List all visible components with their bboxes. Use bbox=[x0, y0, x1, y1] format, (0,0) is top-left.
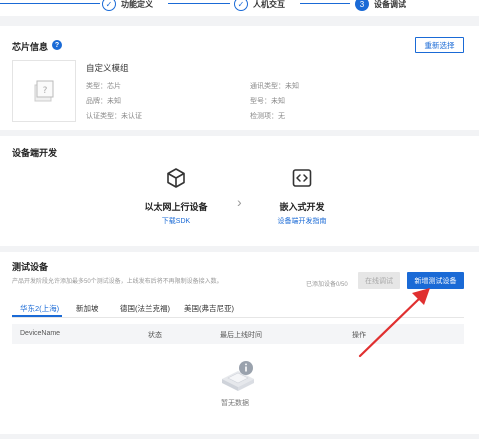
embedded-chip-icon bbox=[292, 169, 312, 187]
reselect-button[interactable]: 重新选择 bbox=[415, 37, 464, 53]
step-progress: ✓ 功能定义 ✓ 人机交互 3 设备调试 bbox=[0, 0, 479, 16]
online-debug-button[interactable]: 在线调试 bbox=[358, 272, 400, 289]
module-name: 自定义模组 bbox=[86, 63, 129, 73]
field-label: 品牌 bbox=[86, 98, 100, 105]
download-sdk-link[interactable]: 下载SDK bbox=[140, 216, 212, 226]
add-test-device-button[interactable]: 新增测试设备 bbox=[407, 272, 464, 289]
step-label: 设备调试 bbox=[374, 0, 406, 9]
empty-data-icon bbox=[222, 361, 254, 391]
active-tab-indicator bbox=[12, 315, 62, 317]
step-connector bbox=[0, 3, 100, 4]
step-connector bbox=[300, 3, 350, 4]
field-value: 未知 bbox=[107, 98, 121, 105]
chip-field-comm-type: 通讯类型：未知 bbox=[250, 83, 299, 90]
chip-image: ? bbox=[12, 60, 76, 122]
chip-field-brand: 品牌：未知 bbox=[86, 98, 121, 105]
chevron-right-icon: › bbox=[237, 194, 242, 210]
column-header-status: 状态 bbox=[148, 332, 162, 339]
tab-region-virginia[interactable]: 美国(弗吉尼亚) bbox=[184, 303, 234, 314]
step-connector bbox=[168, 3, 230, 4]
ethernet-device-option[interactable]: 以太网上行设备 下载SDK bbox=[140, 167, 212, 226]
embedded-dev-option[interactable]: 嵌入式开发 设备端开发指南 bbox=[268, 167, 336, 226]
step-function-definition[interactable]: ✓ 功能定义 bbox=[102, 0, 153, 13]
ethernet-device-title: 以太网上行设备 bbox=[144, 202, 208, 212]
chip-field-checks: 检测项：无 bbox=[250, 113, 285, 120]
chip-placeholder-icon: ? bbox=[34, 80, 54, 102]
chip-field-cert: 认证类型：未认证 bbox=[86, 113, 142, 120]
field-label: 通讯类型 bbox=[250, 83, 278, 90]
test-devices-title: 测试设备 bbox=[12, 262, 49, 272]
cube-icon bbox=[167, 168, 185, 188]
field-label: 型号 bbox=[250, 98, 264, 105]
chip-info-title: 芯片信息 bbox=[12, 42, 49, 52]
check-icon: ✓ bbox=[102, 0, 116, 11]
step-number-badge: 3 bbox=[355, 0, 369, 11]
step-label: 人机交互 bbox=[253, 0, 285, 9]
field-label: 检测项 bbox=[250, 113, 271, 120]
help-icon[interactable]: ? bbox=[52, 40, 62, 50]
embedded-dev-title: 嵌入式开发 bbox=[279, 202, 325, 212]
tab-region-frankfurt[interactable]: 德国(法兰克福) bbox=[120, 303, 170, 314]
column-header-devicename: DeviceName bbox=[20, 330, 61, 337]
field-value: 未知 bbox=[285, 83, 299, 90]
step-label: 功能定义 bbox=[121, 0, 153, 9]
field-value: 芯片 bbox=[107, 83, 121, 90]
field-value: 未知 bbox=[271, 98, 285, 105]
step-device-debug[interactable]: 3 设备调试 bbox=[355, 0, 406, 13]
column-header-last-online: 最后上线时间 bbox=[220, 332, 262, 339]
device-table-header: DeviceName 状态 最后上线时间 操作 bbox=[12, 324, 464, 344]
empty-data-text: 暂无数据 bbox=[221, 400, 249, 407]
device-dev-title: 设备端开发 bbox=[12, 148, 58, 158]
field-label: 类型 bbox=[86, 83, 100, 90]
field-value: 无 bbox=[278, 113, 285, 120]
field-label: 认证类型 bbox=[86, 113, 114, 120]
step-human-interaction[interactable]: ✓ 人机交互 bbox=[234, 0, 285, 13]
column-header-actions: 操作 bbox=[352, 332, 366, 339]
device-count: 已添加设备0/50 bbox=[306, 282, 348, 288]
test-devices-description: 产品开发阶段允许添加最多50个测试设备，上线发布后将不再限制设备接入数。 bbox=[12, 279, 223, 285]
check-icon: ✓ bbox=[234, 0, 248, 11]
tab-region-singapore[interactable]: 新加坡 bbox=[76, 303, 99, 314]
tab-region-shanghai[interactable]: 华东2(上海) bbox=[20, 303, 59, 314]
chip-field-type: 类型：芯片 bbox=[86, 83, 121, 90]
svg-text:?: ? bbox=[43, 86, 48, 96]
dev-guide-link[interactable]: 设备端开发指南 bbox=[268, 216, 336, 226]
chip-field-model: 型号：未知 bbox=[250, 98, 285, 105]
field-value: 未认证 bbox=[121, 113, 142, 120]
device-dev-card: 设备端开发 bbox=[0, 136, 479, 246]
region-tabs: 华东2(上海) 新加坡 德国(法兰克福) 美国(弗吉尼亚) bbox=[12, 303, 464, 318]
